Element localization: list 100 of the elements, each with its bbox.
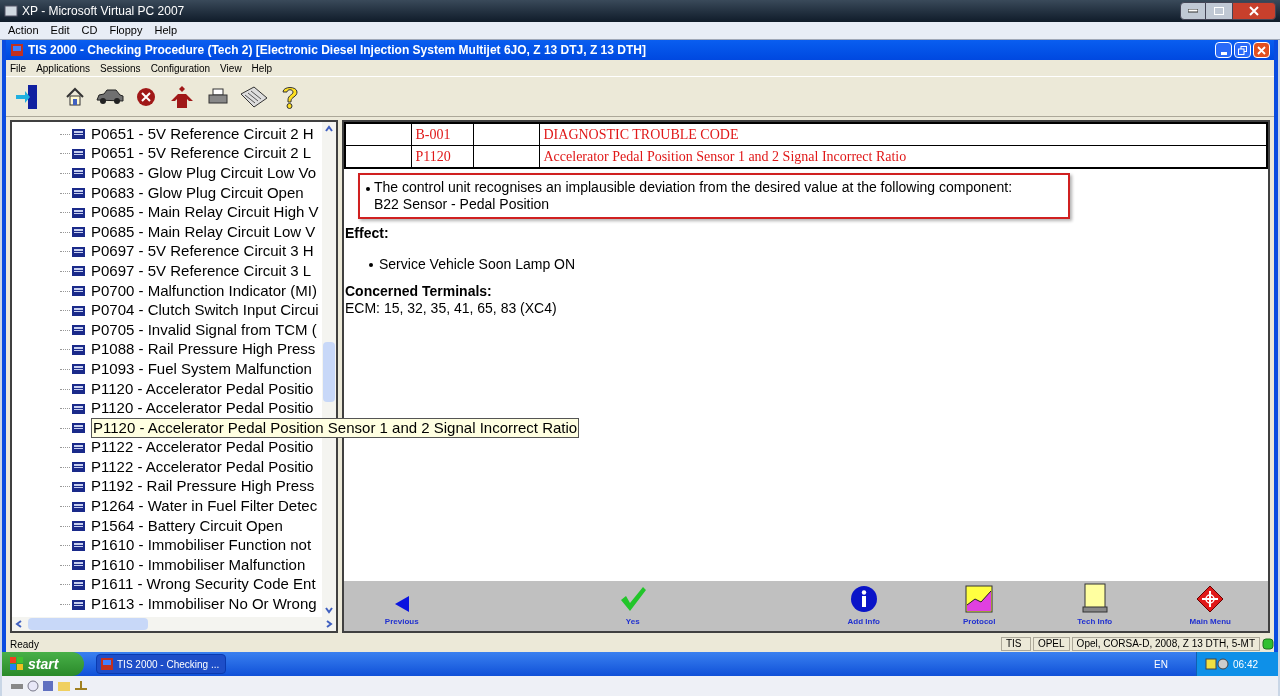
tree-item[interactable]: P0651 - 5V Reference Circuit 2 L	[91, 144, 312, 163]
info-icon	[849, 585, 878, 613]
tree-item[interactable]: P1122 - Accelerator Pedal Positio	[91, 457, 314, 476]
status-panel: OPEL	[1032, 637, 1070, 651]
floppy-icon	[42, 680, 54, 692]
start-button[interactable]: start	[2, 652, 84, 676]
menu-item[interactable]: Floppy	[109, 22, 143, 39]
tree-item[interactable]: P0705 - Invalid Signal from TCM (	[91, 320, 317, 339]
book-icon	[1081, 583, 1108, 613]
tree-item[interactable]: P0685 - Main Relay Circuit Low V	[91, 222, 316, 241]
tree-item[interactable]: P1610 - Immobiliser Malfunction	[91, 555, 306, 574]
nav-button[interactable]: Tech Info	[1037, 583, 1153, 628]
menu-item[interactable]: Help	[251, 60, 273, 76]
scroll-thumb[interactable]	[323, 342, 335, 402]
folder-icon	[72, 285, 85, 297]
tree-item[interactable]: P1088 - Rail Pressure High Press	[91, 340, 316, 359]
status-light-icon	[1262, 638, 1274, 650]
menu-item[interactable]: Help	[154, 22, 178, 39]
folder-icon	[72, 206, 85, 218]
tree-item[interactable]: P1120 - Accelerator Pedal Positio	[91, 399, 314, 418]
tree-item[interactable]: P1564 - Battery Circuit Open	[91, 516, 283, 535]
printer-icon	[208, 87, 228, 106]
window-title: XP - Microsoft Virtual PC 2007	[22, 3, 185, 20]
tree-item[interactable]: P0697 - 5V Reference Circuit 3 L	[91, 261, 312, 280]
tree-item[interactable]: P0651 - 5V Reference Circuit 2 H	[91, 124, 314, 143]
folder-icon	[72, 343, 85, 355]
menu-item[interactable]: Applications	[36, 60, 91, 76]
folder-icon	[72, 147, 85, 159]
tree-item[interactable]: P0704 - Clutch Switch Input Circui	[91, 301, 319, 320]
close-button[interactable]	[1232, 2, 1276, 20]
status-panel: TIS	[1000, 637, 1031, 651]
network-icon	[74, 680, 88, 692]
menu-item[interactable]: View	[220, 60, 242, 76]
folder-icon	[72, 481, 85, 492]
tree-item[interactable]: P0700 - Malfunction Indicator (MI)	[91, 281, 317, 300]
tree-item[interactable]: P1611 - Wrong Security Code Ent	[91, 575, 316, 594]
menu-item[interactable]: CD	[81, 22, 98, 39]
table-cell: B-001	[411, 123, 473, 146]
nav-button[interactable]: Protocol	[921, 585, 1037, 628]
minimize-button[interactable]	[1180, 2, 1206, 20]
restore-icon	[1238, 45, 1247, 55]
bullet-icon	[369, 262, 373, 267]
tree-item[interactable]: P1120 - Accelerator Pedal Position Sensor 1 and 2 Signal Incorrect Ratio	[91, 417, 580, 438]
folder-icon	[72, 363, 85, 375]
tree-item[interactable]: P0685 - Main Relay Circuit High V	[91, 203, 319, 222]
nav-button[interactable]: Add Info	[806, 585, 922, 628]
tree-item[interactable]: P1093 - Fuel System Malfunction	[91, 359, 312, 378]
folder-icon	[57, 680, 71, 692]
nav-button[interactable]: Main Menu	[1152, 585, 1268, 628]
home-icon	[65, 86, 85, 107]
person-icon	[169, 84, 195, 109]
app-icon	[101, 658, 113, 670]
folder-icon	[72, 500, 85, 512]
tree-item[interactable]: P0683 - Glow Plug Circuit Open	[91, 183, 304, 202]
document-button[interactable]	[240, 84, 268, 109]
menu-item[interactable]: File	[10, 60, 27, 76]
tree-item[interactable]: P0683 - Glow Plug Circuit Low Vo	[91, 164, 317, 182]
close-icon	[1257, 45, 1266, 55]
bullet-icon	[366, 187, 370, 191]
tree-item[interactable]: P1264 - Water in Fuel Filter Detec	[91, 497, 318, 516]
menu-item[interactable]: Edit	[50, 22, 70, 39]
tree-item[interactable]: P1613 - Immobiliser No Or Wrong	[91, 595, 317, 614]
menu-item[interactable]: Sessions	[100, 60, 141, 76]
tree-item[interactable]: P1192 - Rail Pressure High Press	[91, 477, 315, 496]
horizontal-scrollbar[interactable]	[12, 617, 336, 631]
taskbar-button[interactable]: TIS 2000 - Checking ...	[96, 654, 226, 674]
scroll-thumb[interactable]	[28, 618, 148, 630]
menu-item[interactable]: Configuration	[150, 60, 211, 76]
tree-item[interactable]: P1120 - Accelerator Pedal Positio	[91, 379, 314, 398]
folder-icon	[72, 245, 85, 257]
maximize-button[interactable]	[1206, 2, 1232, 20]
tree-item[interactable]: P1610 - Immobiliser Function not	[91, 536, 312, 555]
folder-icon	[72, 304, 85, 316]
checkmark-icon	[618, 585, 647, 613]
minimize-icon	[1220, 52, 1227, 55]
note-text: The control unit recognises an implausible deviation from the desired value at the following component:	[374, 179, 1013, 196]
folder-icon	[72, 265, 85, 277]
folder-icon	[72, 226, 85, 238]
cd-icon	[27, 680, 39, 692]
nav-button[interactable]: Yes	[575, 585, 691, 628]
maximize-icon	[1214, 7, 1224, 15]
folder-icon	[72, 598, 85, 610]
restore-button[interactable]	[1234, 42, 1251, 58]
tree-item[interactable]: P0697 - 5V Reference Circuit 3 H	[91, 242, 314, 261]
menu-item[interactable]: Action	[8, 22, 39, 39]
windows-logo-icon	[10, 657, 24, 671]
folder-icon	[72, 578, 85, 590]
folder-icon	[72, 128, 85, 140]
bullet-text: Service Vehicle Soon Lamp ON	[379, 256, 576, 273]
newspaper-icon	[240, 85, 268, 108]
folder-icon	[72, 461, 85, 473]
status-panel: Opel, CORSA-D, 2008, Z 13 DTH, 5-MT	[1071, 637, 1260, 651]
nav-button[interactable]: Previous	[344, 595, 460, 628]
folder-icon	[72, 441, 85, 453]
left-triangle-icon	[393, 595, 410, 613]
window-icon	[4, 4, 18, 18]
folder-icon	[72, 402, 85, 414]
tree-item[interactable]: P1122 - Accelerator Pedal Positio	[91, 438, 314, 457]
note-text: B22 Sensor - Pedal Position	[374, 196, 551, 213]
folder-icon	[72, 559, 85, 571]
